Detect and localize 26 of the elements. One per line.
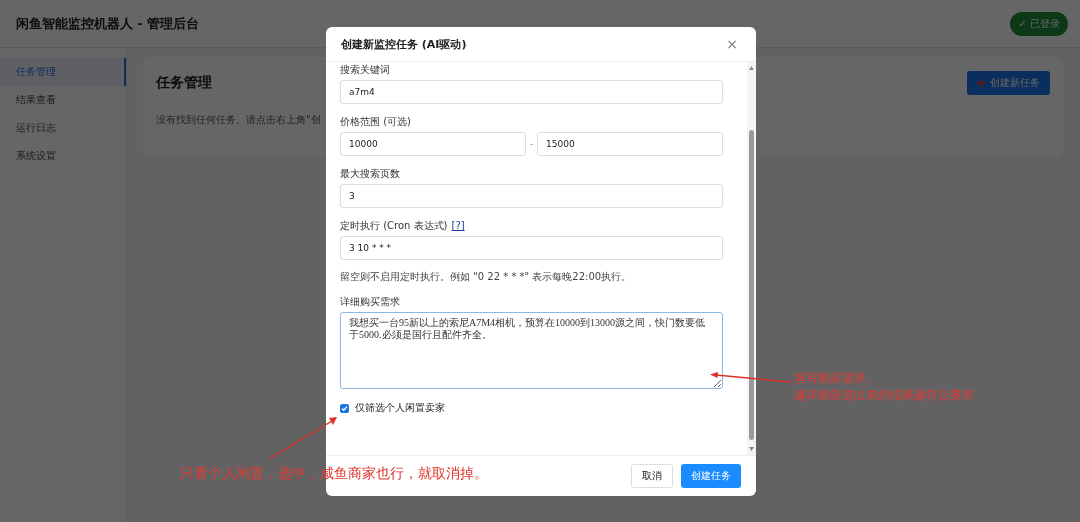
section-title: 任务管理	[156, 74, 212, 92]
cancel-button[interactable]: 取消	[631, 464, 673, 488]
plus-icon	[977, 79, 985, 87]
field-label: 最大搜索页数	[340, 168, 400, 180]
input-field[interactable]: 3	[340, 184, 723, 208]
field-label: 定时执行 (Cron 表达式)	[340, 220, 448, 232]
help-link[interactable]: [?]	[451, 220, 465, 232]
max-price-field[interactable]: 15000	[537, 132, 723, 156]
dialog-title: 创建新监控任务 (AI驱动)	[341, 36, 467, 52]
login-status-badge: ✓ 已登录	[1010, 11, 1068, 36]
requirements-textarea[interactable]: 我想买一台95新以上的索尼A7M4相机，预算在10000到13000源之间，快门数要低于5000.必须是国行且配件齐全。	[340, 312, 723, 389]
input-field[interactable]: a7m4	[340, 80, 723, 104]
field-label: 搜索关键词	[340, 64, 390, 76]
field-hint: 留空则不启用定时执行。例如 "0 22 * * *" 表示每晚22:00执行。	[340, 270, 633, 284]
min-price-field[interactable]: 10000	[340, 132, 526, 156]
annotation-note: 填写购买需求， 越详细筛选出来的结果越符合要求	[794, 370, 974, 404]
annotation-arrow	[268, 417, 337, 460]
field-label: 详细购买需求	[340, 296, 400, 308]
range-separator: -	[528, 139, 535, 149]
input-field[interactable]: 3 10 * * *	[340, 236, 723, 260]
checkbox[interactable]	[340, 403, 349, 413]
scrollbar[interactable]	[747, 62, 756, 455]
app-title: 闲鱼智能监控机器人 - 管理后台	[16, 14, 200, 33]
close-button[interactable]: ×	[726, 36, 738, 52]
field-label: 价格范围 (可选)	[340, 116, 411, 128]
checkbox-label: 仅筛选个人闲置卖家	[355, 401, 445, 415]
